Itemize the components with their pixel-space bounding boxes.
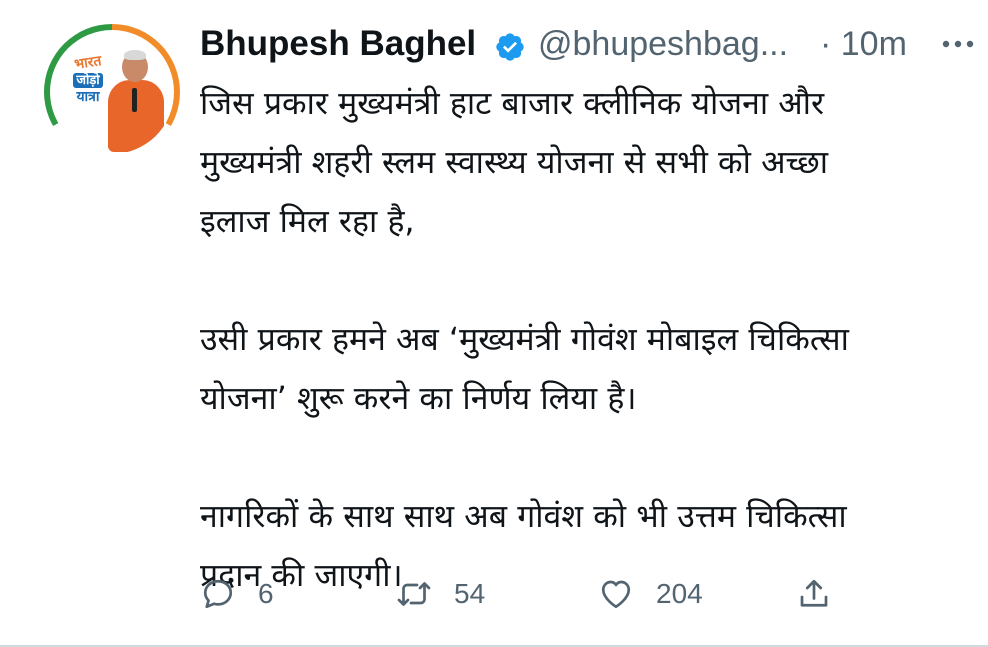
tweet-line: नागरिकों के साथ साथ अब गोवंश को भी उत्तम… <box>200 497 847 535</box>
avatar-image: भारत जोड़ो यात्रा <box>50 30 174 154</box>
tweet[interactable]: भारत जोड़ो यात्रा Bhupesh Baghel @bhupes… <box>0 0 988 647</box>
tweet-timestamp[interactable]: · 10m <box>820 25 907 64</box>
like-button[interactable]: 204 <box>598 572 703 616</box>
retweet-button[interactable]: 54 <box>396 572 485 616</box>
tweet-text: जिस प्रकार मुख्यमंत्री हाट बाजार क्लीनिक… <box>200 74 970 605</box>
heart-icon <box>598 576 634 612</box>
retweet-count: 54 <box>454 578 486 609</box>
retweet-icon <box>396 576 432 612</box>
tweet-line: योजना’ शुरू करने का निर्णय लिया है। <box>200 379 637 417</box>
display-name[interactable]: Bhupesh Baghel <box>200 24 476 64</box>
reply-button[interactable]: 6 <box>200 572 274 616</box>
verified-badge-icon <box>494 31 526 63</box>
tweet-actions: 6 54 204 <box>200 572 860 616</box>
tweet-line: जिस प्रकार मुख्यमंत्री हाट बाजार क्लीनिक… <box>200 84 825 122</box>
tweet-line: मुख्यमंत्री शहरी स्लम स्वास्थ्य योजना से… <box>200 143 829 181</box>
avatar[interactable]: भारत जोड़ो यात्रा <box>44 24 180 160</box>
reply-icon <box>200 576 236 612</box>
user-handle[interactable]: @bhupeshbag... <box>538 25 788 64</box>
share-button[interactable] <box>796 572 832 616</box>
reply-count: 6 <box>258 578 274 609</box>
like-count: 204 <box>656 578 703 609</box>
tweet-line: उसी प्रकार हमने अब ‘मुख्यमंत्री गोवंश मो… <box>200 320 849 358</box>
tweet-line: इलाज मिल रहा है, <box>200 202 415 240</box>
more-options-icon[interactable] <box>938 34 978 54</box>
logo-line-2: जोड़ो <box>73 72 103 89</box>
share-icon <box>796 576 832 612</box>
avatar-person-figure <box>106 48 166 152</box>
tweet-header: Bhupesh Baghel @bhupeshbag... · 10m <box>200 22 980 68</box>
